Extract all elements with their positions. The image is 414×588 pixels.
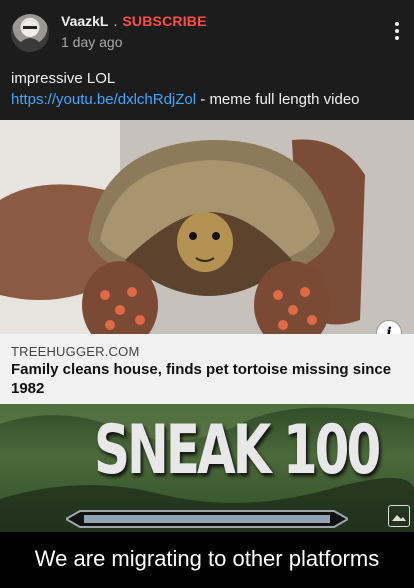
link-site: TREEHUGGER.COM	[11, 344, 140, 359]
link-title: Family cleans house, finds pet tortoise …	[11, 361, 392, 397]
post-text: impressive LOL	[11, 70, 116, 87]
post-header: VaazkL. SUBSCRIBE 1 day ago impressive LO…	[0, 0, 414, 120]
caption-bar: We are migrating to other platforms	[0, 532, 414, 588]
post-link-line: https://youtu.be/dxlchRdjZol - meme full…	[11, 91, 360, 108]
more-options-icon[interactable]	[390, 22, 404, 44]
avatar[interactable]	[11, 14, 49, 52]
author-line: VaazkL. SUBSCRIBE	[61, 12, 207, 30]
sneak-text: SNEAK 100	[94, 411, 381, 490]
subscribe-button[interactable]: SUBSCRIBE	[122, 13, 206, 29]
meme-image[interactable]: SNEAK 100	[0, 404, 414, 532]
separator-dot: .	[113, 13, 118, 29]
caption-text: We are migrating to other platforms	[34, 546, 380, 571]
post-link-suffix: - meme full length video	[196, 91, 360, 108]
link-preview-image[interactable]	[0, 120, 414, 334]
video-link[interactable]: https://youtu.be/dxlchRdjZol	[11, 91, 196, 108]
tortoise-photo	[0, 120, 414, 334]
author-name[interactable]: VaazkL	[61, 13, 108, 29]
post-time: 1 day ago	[61, 34, 123, 50]
skill-bar	[66, 510, 348, 528]
link-card[interactable]: TREEHUGGER.COM Family cleans house, find…	[0, 334, 414, 404]
image-icon[interactable]	[388, 505, 410, 527]
